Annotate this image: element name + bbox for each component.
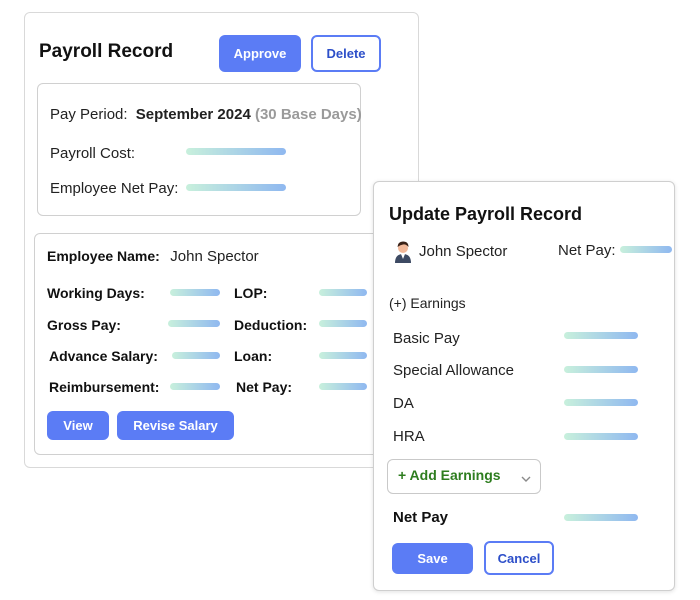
net-pay-total-label: Net Pay bbox=[393, 509, 449, 526]
da-value-bar bbox=[564, 399, 638, 406]
hra-value-bar bbox=[564, 433, 638, 440]
person-avatar-icon bbox=[392, 239, 414, 263]
basic-pay-label: Basic Pay bbox=[393, 330, 460, 347]
save-button[interactable]: Save bbox=[392, 543, 473, 574]
employee-net-pay-value-bar bbox=[186, 184, 286, 191]
lop-value-bar bbox=[319, 289, 367, 296]
update-payroll-title: Update Payroll Record bbox=[389, 204, 583, 224]
gross-pay-value-bar bbox=[168, 320, 220, 327]
da-label: DA bbox=[393, 395, 414, 412]
special-allowance-value-bar bbox=[564, 366, 638, 373]
advance-salary-label: Advance Salary: bbox=[49, 348, 158, 364]
update-net-pay-value-bar bbox=[620, 246, 672, 253]
loan-label: Loan: bbox=[234, 348, 273, 364]
advance-salary-value-bar bbox=[172, 352, 220, 359]
add-earnings-label: + Add Earnings bbox=[398, 467, 501, 483]
revise-salary-button[interactable]: Revise Salary bbox=[117, 411, 234, 440]
hra-label: HRA bbox=[393, 428, 425, 445]
update-net-pay-label: Net Pay: bbox=[558, 242, 616, 259]
update-employee-name: John Spector bbox=[419, 243, 508, 260]
add-earnings-dropdown[interactable]: + Add Earnings bbox=[387, 459, 541, 494]
employee-card: Employee Name: John Spector Working Days… bbox=[34, 233, 384, 455]
approve-button[interactable]: Approve bbox=[219, 35, 301, 72]
deduction-value-bar bbox=[319, 320, 367, 327]
deduction-label: Deduction: bbox=[234, 317, 308, 333]
pay-period-value: September 2024 bbox=[135, 106, 251, 123]
pay-period-label: Pay Period: bbox=[50, 106, 128, 123]
reimbursement-value-bar bbox=[170, 383, 220, 390]
reimbursement-label: Reimbursement: bbox=[49, 379, 160, 395]
base-days: (30 Base Days) bbox=[254, 106, 362, 123]
loan-value-bar bbox=[319, 352, 367, 359]
delete-button[interactable]: Delete bbox=[311, 35, 381, 72]
net-pay-label: Net Pay: bbox=[236, 379, 293, 395]
chevron-down-icon bbox=[520, 471, 532, 482]
employee-net-pay-label: Employee Net Pay: bbox=[50, 180, 179, 197]
net-pay-total-value-bar bbox=[564, 514, 638, 521]
basic-pay-value-bar bbox=[564, 332, 638, 339]
pay-period-box: Pay Period: September 2024 (30 Base Days… bbox=[37, 83, 362, 216]
payroll-record-title: Payroll Record bbox=[39, 41, 174, 62]
gross-pay-label: Gross Pay: bbox=[47, 317, 121, 333]
working-days-value-bar bbox=[170, 289, 220, 296]
earnings-header: (+) Earnings bbox=[389, 295, 466, 311]
employee-name-row: Employee Name: John Spector bbox=[47, 248, 259, 266]
cancel-button[interactable]: Cancel bbox=[484, 541, 554, 575]
view-button[interactable]: View bbox=[47, 411, 109, 440]
pay-period-row: Pay Period: September 2024 (30 Base Days… bbox=[50, 106, 362, 123]
update-payroll-panel: Update Payroll Record John Spector Net P… bbox=[373, 181, 675, 591]
special-allowance-label: Special Allowance bbox=[393, 362, 514, 379]
payroll-cost-label: Payroll Cost: bbox=[50, 145, 136, 162]
net-pay-value-bar bbox=[319, 383, 367, 390]
employee-name-label: Employee Name: bbox=[47, 248, 160, 264]
employee-name-value: John Spector bbox=[170, 248, 259, 265]
working-days-label: Working Days: bbox=[47, 285, 145, 301]
payroll-cost-value-bar bbox=[186, 148, 286, 155]
lop-label: LOP: bbox=[234, 285, 268, 301]
